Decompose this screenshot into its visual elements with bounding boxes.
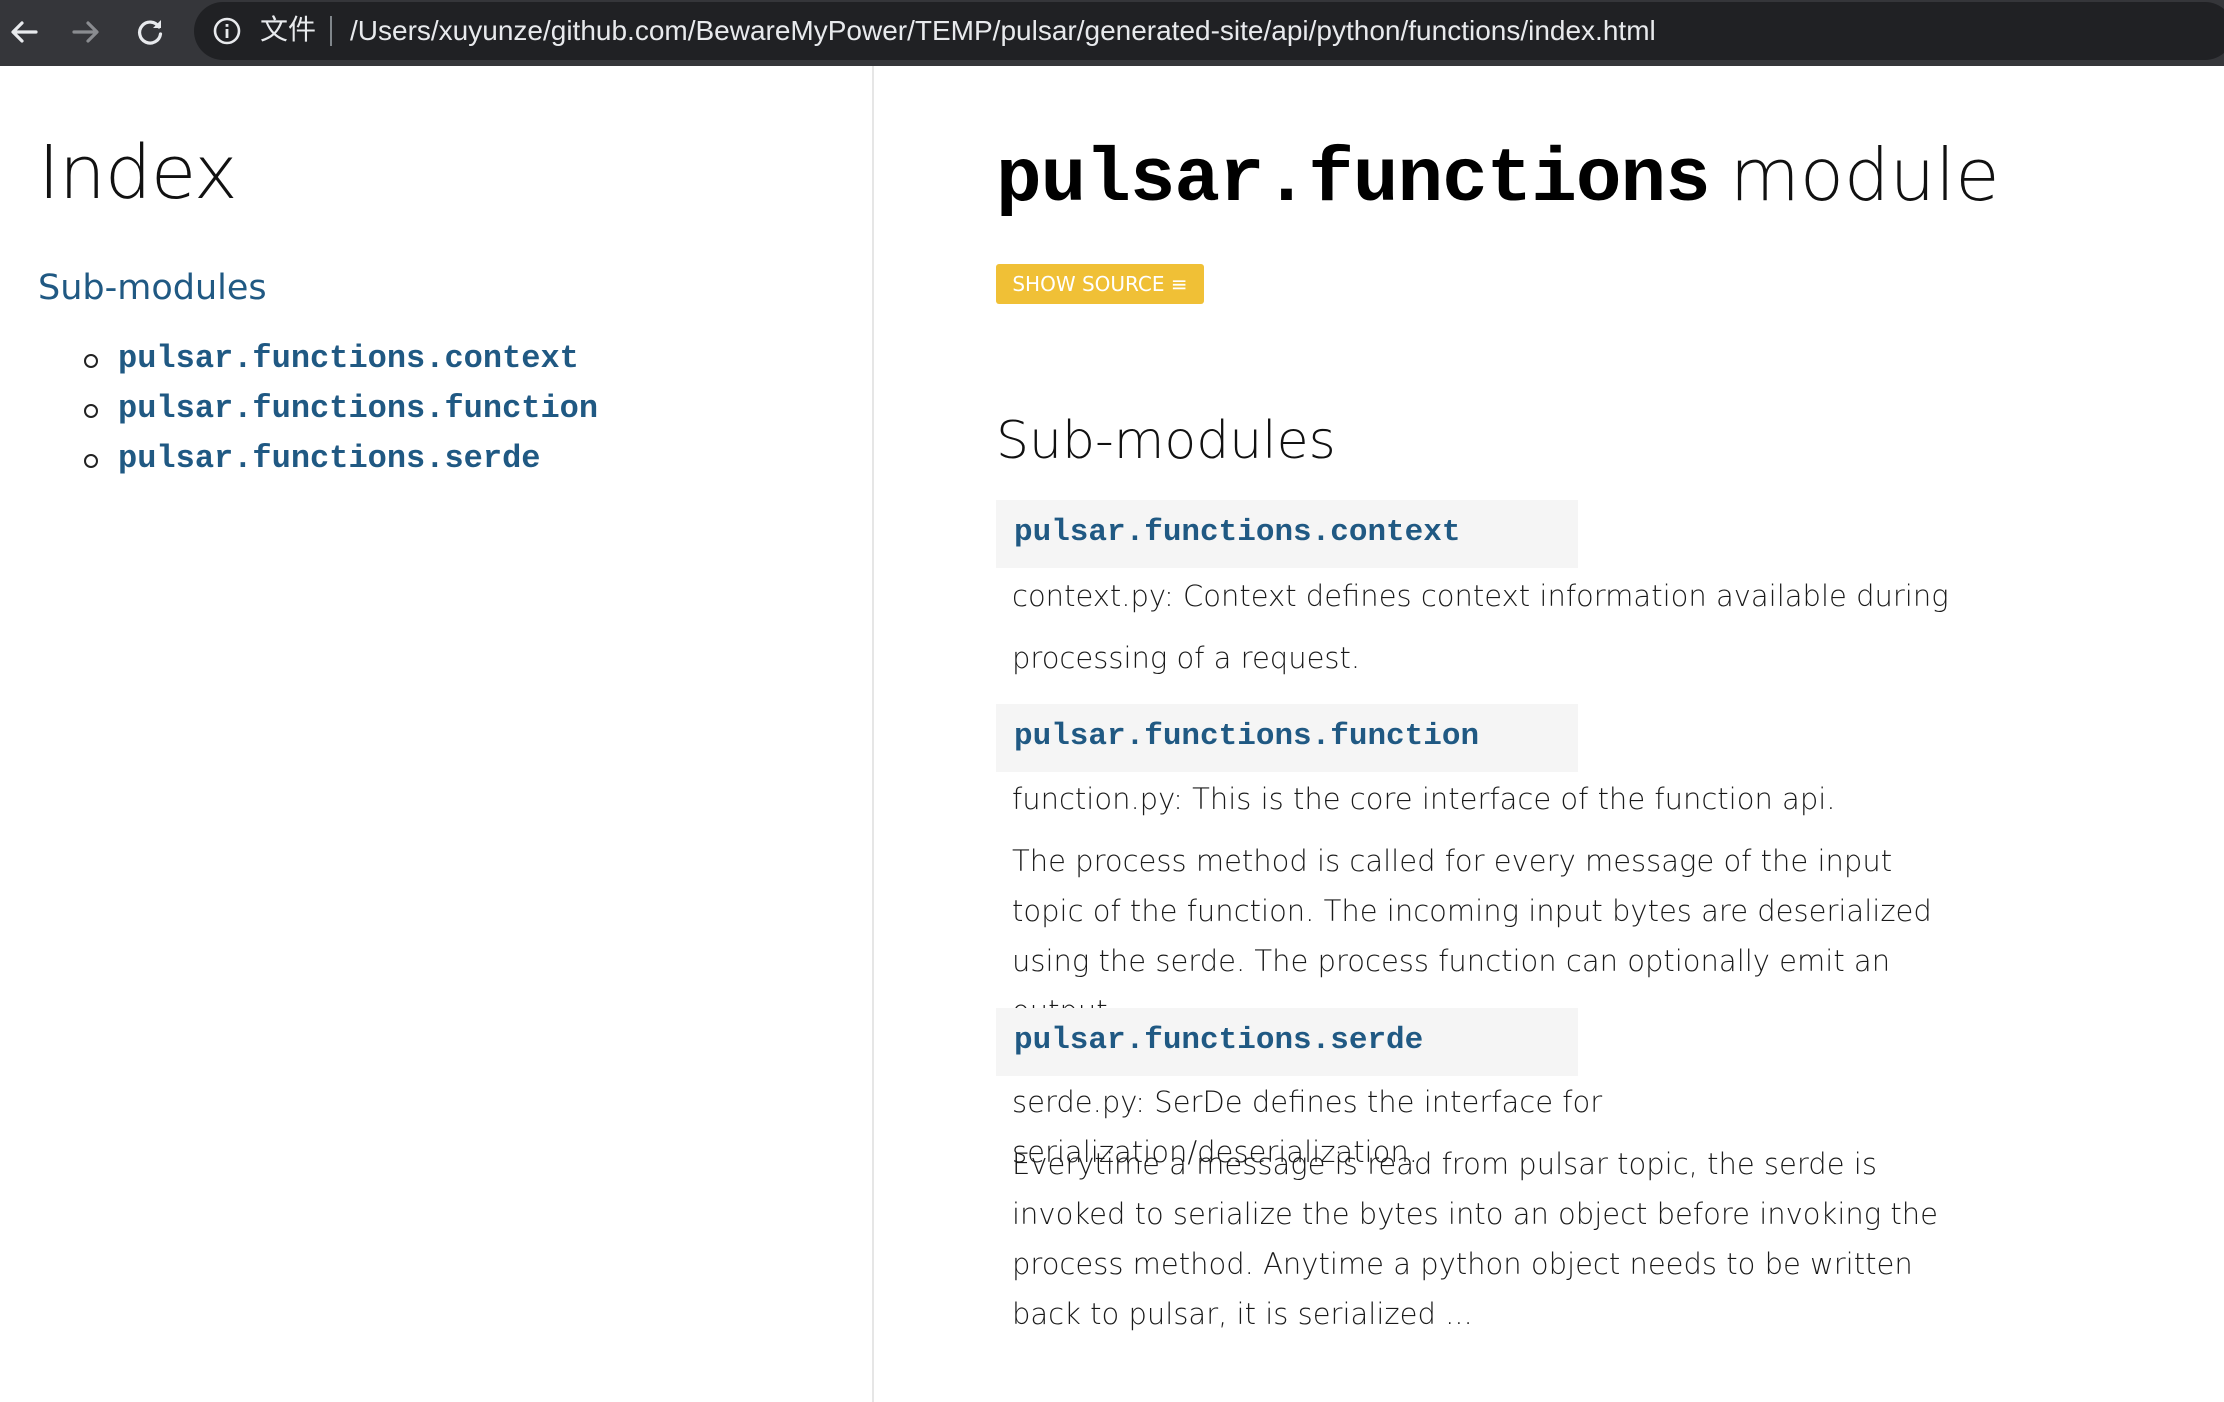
sidebar-link-context[interactable]: pulsar.functions.context xyxy=(118,334,579,384)
sidebar-section-heading[interactable]: Sub-modules xyxy=(38,266,267,310)
submodule-serde-box: pulsar.functions.serde xyxy=(996,1008,1578,1076)
reload-icon xyxy=(138,20,163,45)
arrow-left-icon xyxy=(11,21,38,43)
bullet-icon xyxy=(84,404,98,418)
sidebar-link-function[interactable]: pulsar.functions.function xyxy=(118,384,598,434)
sidebar-title: Index xyxy=(38,130,238,216)
info-icon[interactable] xyxy=(212,16,242,46)
back-button[interactable] xyxy=(0,8,48,56)
browser-toolbar: 文件 /Users/xuyunze/github.com/BewareMyPow… xyxy=(0,0,2224,66)
reload-button[interactable] xyxy=(126,8,174,56)
url-text[interactable]: /Users/xuyunze/github.com/BewareMyPower/… xyxy=(350,14,1656,48)
submodule-function-box: pulsar.functions.function xyxy=(996,704,1578,772)
submodules-heading: Sub-modules xyxy=(996,411,1336,471)
sidebar-link-serde[interactable]: pulsar.functions.serde xyxy=(118,434,540,484)
submodule-link-serde[interactable]: pulsar.functions.serde xyxy=(1014,1021,1423,1061)
module-word: module xyxy=(1729,133,2000,217)
module-name: pulsar.functions xyxy=(996,137,1711,223)
bullet-icon xyxy=(84,354,98,368)
arrow-right-icon xyxy=(72,21,99,43)
forward-button[interactable] xyxy=(62,8,110,56)
address-bar[interactable]: 文件 /Users/xuyunze/github.com/BewareMyPow… xyxy=(194,2,2224,60)
show-source-button[interactable]: SHOW SOURCE ≡ xyxy=(996,264,1204,304)
main-content: pulsar.functions module SHOW SOURCE ≡ Sub… xyxy=(874,66,2224,1402)
address-separator xyxy=(330,16,332,46)
submodule-context-box: pulsar.functions.context xyxy=(996,500,1578,568)
page-title: pulsar.functions module xyxy=(996,130,2000,234)
submodule-link-context[interactable]: pulsar.functions.context xyxy=(1014,513,1460,553)
sidebar: Index Sub-modules pulsar.functions.conte… xyxy=(0,66,874,1402)
submodule-link-function[interactable]: pulsar.functions.function xyxy=(1014,717,1479,757)
submodule-function-details: The process method is called for every m… xyxy=(1012,844,1932,1028)
submodule-serde-details: Everytime a message is read from pulsar … xyxy=(1012,1147,1938,1331)
bullet-icon xyxy=(84,454,98,468)
submodule-function-summary: function.py: This is the core interface … xyxy=(1012,782,1836,816)
submodule-context-description: context.py: Context defines context info… xyxy=(1012,579,1949,675)
file-scheme-label: 文件 xyxy=(260,13,317,46)
